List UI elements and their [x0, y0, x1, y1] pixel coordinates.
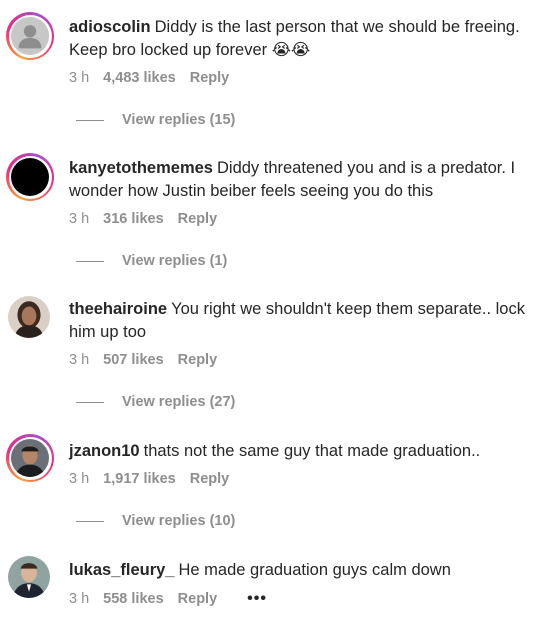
- comment-likes[interactable]: 558 likes: [103, 591, 163, 607]
- avatar: [11, 158, 49, 196]
- story-ring[interactable]: [6, 153, 54, 201]
- comment-username[interactable]: adioscolin: [69, 18, 151, 36]
- replies-divider: [76, 520, 104, 522]
- comment-body: theehairoine You right we shouldn't keep …: [69, 298, 533, 344]
- reply-button[interactable]: Reply: [190, 70, 230, 86]
- replies-divider: [76, 401, 104, 403]
- comment-likes[interactable]: 4,483 likes: [103, 70, 176, 86]
- replies-divider: [76, 260, 104, 262]
- comment-body: kanyetothememes Diddy threatened you and …: [69, 157, 533, 203]
- avatar: [11, 17, 49, 55]
- comment-body: lukas_fleury_ He made graduation guys cal…: [69, 559, 533, 582]
- avatar-wrapper[interactable]: [8, 556, 50, 598]
- replies-divider: [76, 119, 104, 121]
- view-replies-label: View replies (10): [122, 513, 236, 529]
- comment-time: 3 h: [69, 471, 90, 487]
- comment-likes[interactable]: 507 likes: [103, 352, 163, 368]
- story-ring[interactable]: [6, 12, 54, 60]
- reply-button[interactable]: Reply: [178, 591, 218, 607]
- default-person-icon: [11, 17, 49, 55]
- view-replies-button[interactable]: View replies (1): [76, 253, 227, 269]
- view-replies-button[interactable]: View replies (27): [76, 394, 235, 410]
- comment-meta: 3 h 316 likes Reply: [69, 211, 217, 227]
- reply-button[interactable]: Reply: [178, 352, 218, 368]
- reply-button[interactable]: Reply: [190, 471, 230, 487]
- avatar: [11, 439, 49, 477]
- black-circle-avatar: [11, 158, 49, 196]
- comment-username[interactable]: jzanon10: [69, 442, 140, 460]
- comment-time: 3 h: [69, 211, 90, 227]
- view-replies-label: View replies (15): [122, 112, 236, 128]
- reply-button[interactable]: Reply: [178, 211, 218, 227]
- comment-username[interactable]: kanyetothememes: [69, 159, 213, 177]
- view-replies-label: View replies (1): [122, 253, 228, 269]
- comment-body: adioscolin Diddy is the last person that …: [69, 16, 533, 62]
- story-ring[interactable]: [6, 434, 54, 482]
- comment-meta: 3 h 558 likes Reply •••: [69, 590, 267, 608]
- comment-body: jzanon10 thats not the same guy that made…: [69, 440, 533, 463]
- comment-username[interactable]: theehairoine: [69, 300, 167, 318]
- comment-meta: 3 h 4,483 likes Reply: [69, 70, 229, 86]
- comment-time: 3 h: [69, 591, 90, 607]
- view-replies-button[interactable]: View replies (10): [76, 513, 235, 529]
- comment-time: 3 h: [69, 70, 90, 86]
- more-options-icon[interactable]: •••: [247, 590, 267, 608]
- comment-meta: 3 h 1,917 likes Reply: [69, 471, 229, 487]
- photo-avatar: [8, 296, 50, 338]
- view-replies-button[interactable]: View replies (15): [76, 112, 235, 128]
- avatar: [8, 296, 50, 338]
- comment-likes[interactable]: 316 likes: [103, 211, 163, 227]
- avatar: [8, 556, 50, 598]
- comment-text: He made graduation guys calm down: [178, 561, 451, 579]
- comment-time: 3 h: [69, 352, 90, 368]
- photo-avatar: [11, 439, 49, 477]
- comment-username[interactable]: lukas_fleury_: [69, 561, 174, 579]
- view-replies-label: View replies (27): [122, 394, 236, 410]
- comment-text: thats not the same guy that made graduat…: [143, 442, 481, 460]
- comment-likes[interactable]: 1,917 likes: [103, 471, 176, 487]
- comment-meta: 3 h 507 likes Reply: [69, 352, 217, 368]
- avatar-wrapper[interactable]: [8, 296, 50, 338]
- photo-avatar: [8, 556, 50, 598]
